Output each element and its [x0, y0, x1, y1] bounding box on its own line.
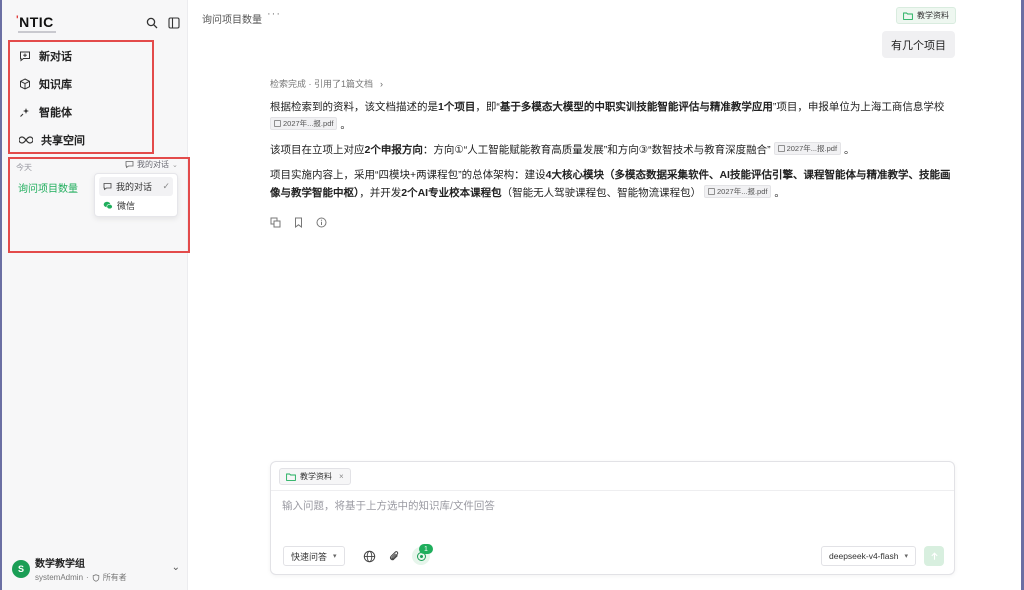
send-button[interactable] — [924, 546, 944, 566]
shield-icon — [92, 573, 99, 582]
nav-label: 新对话 — [39, 51, 72, 63]
nav-agents[interactable]: 智能体 — [10, 98, 152, 126]
nav-knowledge-base[interactable]: 知识库 — [10, 70, 152, 98]
chat-bubble-icon — [103, 183, 112, 191]
answer-paragraph: 根据检索到的资料，该文档描述的是1个项目，即“基于多模态大模型的中职实训技能智能… — [270, 101, 945, 131]
chevron-right-icon: › — [380, 78, 384, 89]
sidebar: 'NTIC 新对话 知识库 智能体 共享空间 今天 我的对话 ⌄ 询问项目数量 … — [2, 0, 190, 590]
nav-label: 智能体 — [39, 107, 72, 119]
user-role: 所有者 — [102, 573, 127, 582]
chat-main: 询问项目数量 ··· 教学资料 有几个项目 检索完成 · 引用了1篇文档 › 根… — [188, 0, 1021, 590]
citation-chip[interactable]: 2027年...报.pdf — [773, 142, 842, 155]
chat-input[interactable] — [282, 500, 942, 512]
nav-new-chat[interactable]: 新对话 — [10, 42, 152, 70]
sidebar-top-actions — [145, 16, 181, 30]
citation-chip[interactable]: 2027年...报.pdf — [270, 117, 338, 130]
paperclip-icon[interactable] — [386, 548, 402, 564]
logo-tagline — [18, 31, 56, 33]
app-window: 'NTIC 新对话 知识库 智能体 共享空间 今天 我的对话 ⌄ 询问项目数量 … — [0, 0, 1024, 590]
document-icon — [708, 188, 715, 195]
model-select[interactable]: deepseek-v4-flash ▾ — [821, 546, 916, 566]
conversation-item[interactable]: 询问项目数量 — [18, 180, 78, 195]
message-composer: 教学资料 × 快速问答 ▾ 1 deepseek-v4-flash ▾ — [270, 461, 955, 575]
infinity-icon — [19, 136, 33, 144]
attached-knowledge-base[interactable]: 教学资料 × — [279, 468, 351, 485]
user-account: systemAdmin — [35, 573, 84, 582]
page-title: 询问项目数量 — [202, 15, 262, 26]
knowledge-base-icon — [20, 78, 30, 90]
app-logo[interactable]: 'NTIC — [16, 14, 54, 30]
document-icon — [274, 120, 281, 127]
answer-paragraph: 项目实施内容上，采用“四模块+两课程包”的总体架构：建设4大核心模块（多模态数据… — [270, 169, 951, 199]
knowledge-base-count-badge: 1 — [419, 544, 433, 554]
main-nav: 新对话 知识库 智能体 共享空间 — [8, 40, 154, 154]
retrieval-status[interactable]: 检索完成 · 引用了1篇文档 › — [270, 77, 383, 90]
document-icon — [777, 145, 785, 152]
new-chat-icon — [20, 51, 30, 62]
conversation-filter-menu: 我的对话 ✓ 微信 — [94, 173, 178, 217]
chevron-down-icon[interactable]: ⌄ — [172, 562, 180, 573]
chat-bubble-icon — [125, 161, 134, 169]
bookmark-icon[interactable] — [293, 217, 304, 231]
citation-chip[interactable]: 2027年...报.pdf — [704, 185, 772, 198]
folder-icon — [286, 473, 296, 481]
copy-icon[interactable] — [270, 217, 281, 231]
caret-down-icon: ▾ — [333, 553, 337, 560]
message-actions — [270, 217, 327, 231]
check-icon: ✓ — [162, 181, 170, 191]
answer-paragraph: 该项目在立项上对应2个申报方向：方向①“人工智能赋能教育高质量发展”和方向③“数… — [270, 142, 855, 156]
filter-option-wechat[interactable]: 微信 — [99, 196, 173, 215]
assistant-answer: 根据检索到的资料，该文档描述的是1个项目，即“基于多模态大模型的中职实训技能智能… — [270, 98, 960, 209]
more-options-icon[interactable]: ··· — [267, 8, 281, 20]
mode-select[interactable]: 快速问答 ▾ — [283, 546, 345, 566]
info-icon[interactable] — [316, 217, 327, 231]
user-message: 有几个项目 — [882, 31, 955, 58]
chevron-down-icon: ⌄ — [172, 161, 178, 169]
avatar: S — [12, 560, 30, 578]
remove-attachment-icon[interactable]: × — [339, 472, 344, 481]
user-name: 数学教学组 — [35, 559, 85, 570]
agent-sparkle-icon — [20, 108, 29, 117]
nav-label: 知识库 — [39, 79, 72, 91]
user-profile[interactable]: S 数学教学组 systemAdmin · 所有者 ⌄ — [12, 554, 184, 584]
history-group-today: 今天 — [16, 163, 32, 172]
filter-option-my-chats[interactable]: 我的对话 ✓ — [99, 177, 173, 196]
nav-shared-space[interactable]: 共享空间 — [10, 126, 152, 154]
search-icon[interactable] — [145, 16, 159, 30]
send-arrow-icon — [930, 551, 938, 560]
globe-icon[interactable] — [361, 548, 377, 564]
composer-divider — [271, 490, 954, 491]
wechat-icon — [103, 201, 113, 210]
caret-down-icon: ▾ — [904, 553, 908, 560]
collapse-sidebar-icon[interactable] — [167, 16, 181, 30]
nav-label: 共享空间 — [41, 135, 85, 147]
conversation-filter[interactable]: 我的对话 ⌄ — [125, 159, 178, 170]
folder-icon — [903, 12, 913, 20]
knowledge-base-chip[interactable]: 教学资料 — [896, 7, 956, 24]
